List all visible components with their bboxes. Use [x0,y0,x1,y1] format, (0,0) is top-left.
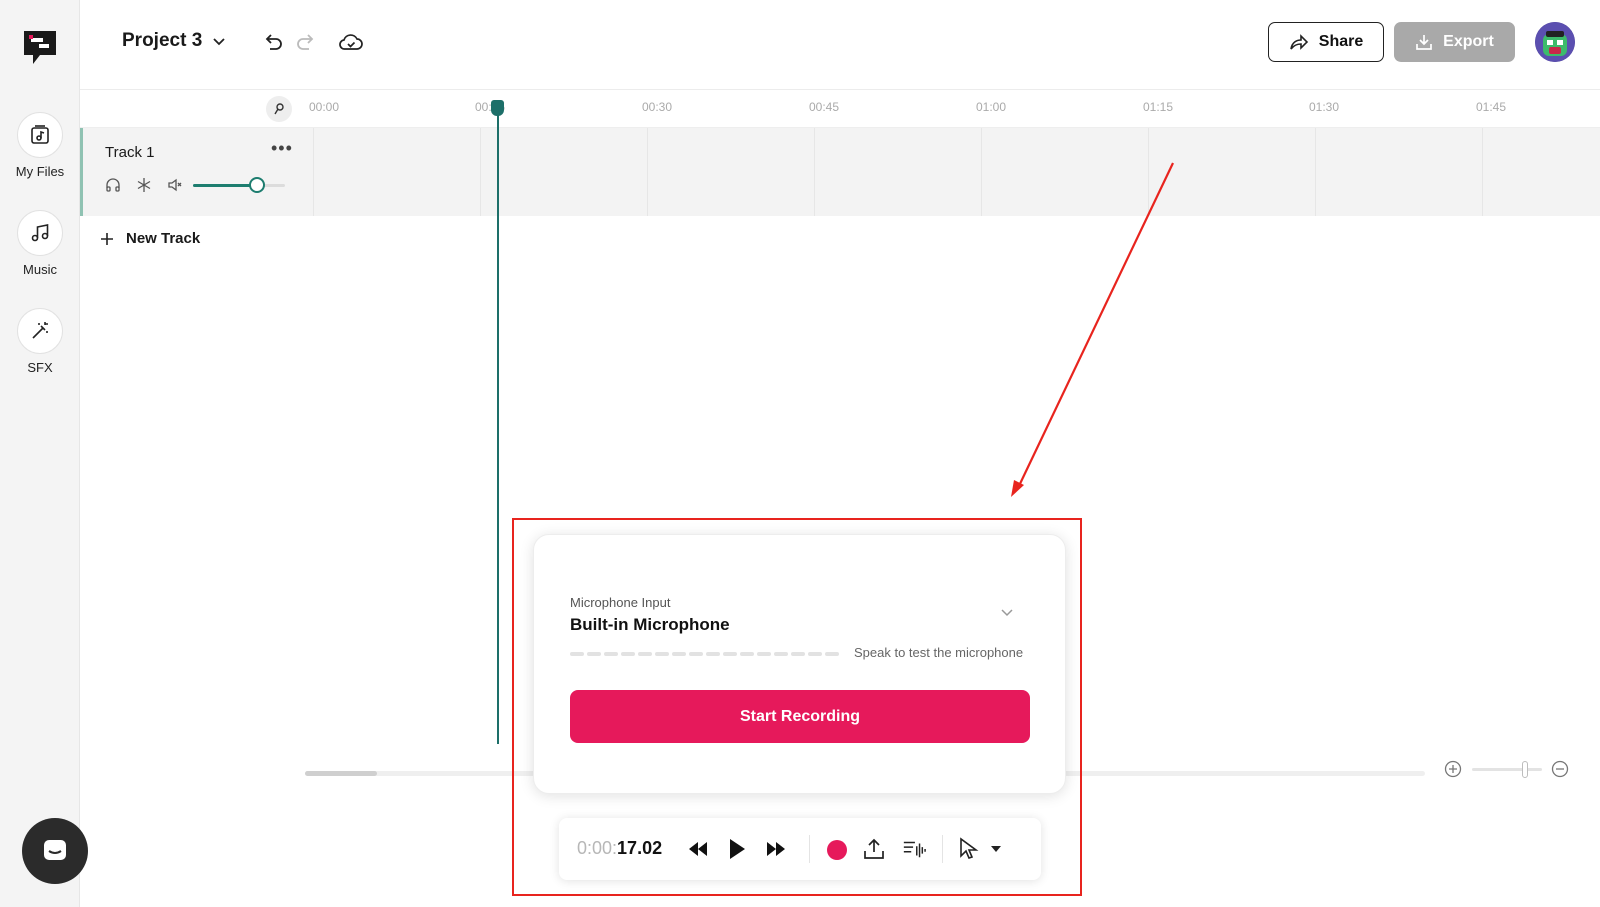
annotation-highlight-box [512,518,1082,896]
mute-button[interactable] [166,176,184,194]
chat-button[interactable] [22,818,88,884]
redo-button[interactable] [293,29,319,55]
magic-wand-icon [17,308,63,354]
timeline-tick: 01:30 [1309,100,1340,114]
export-button[interactable]: Export [1394,22,1515,62]
share-icon [1289,34,1308,50]
headphones-button[interactable] [104,176,122,194]
undo-icon [265,34,282,50]
snowflake-icon [137,178,151,192]
export-label: Export [1443,33,1494,50]
sidebar-item-music[interactable]: Music [0,210,80,277]
zoom-slider[interactable] [1472,761,1542,778]
zoom-in-button[interactable] [1444,760,1462,778]
zoom-out-icon [1551,760,1569,778]
app-logo[interactable] [21,28,59,68]
volume-slider[interactable] [193,177,285,193]
scrollbar-thumb[interactable] [305,771,377,776]
redo-icon [297,34,314,50]
zoom-knob[interactable] [1522,761,1528,778]
sidebar: My Files Music SFX [0,0,88,907]
track-row[interactable]: Track 1 ••• [80,128,1600,216]
chat-icon [44,840,66,860]
sidebar-item-label: My Files [15,164,65,179]
volume-knob[interactable] [249,177,266,193]
download-icon [1416,35,1433,50]
zoom-in-icon [1444,760,1462,778]
share-label: Share [1318,33,1364,50]
cloud-save-button[interactable] [338,29,364,55]
more-horizontal-icon: ••• [271,138,293,158]
magnet-pin-icon [274,103,284,115]
plus-icon [101,232,113,245]
volume-fill [193,184,258,187]
playhead-line [497,104,499,744]
project-title: Project 3 [122,30,203,51]
track-lane[interactable] [313,128,1600,216]
track-name[interactable]: Track 1 [105,144,154,161]
timeline-tick: 01:45 [1476,100,1507,114]
header: Project 3 Share Export [80,0,1600,90]
snap-button[interactable] [266,96,292,122]
timeline-ruler[interactable]: 00:00 00:15 00:30 00:45 01:00 01:15 01:3… [80,90,1600,128]
undo-button[interactable] [260,29,286,55]
timeline-tick: 00:45 [809,100,840,114]
share-button[interactable]: Share [1268,22,1384,62]
cloud-check-icon [339,34,363,50]
sidebar-item-label: Music [23,262,57,277]
timeline-tick: 01:15 [1143,100,1174,114]
sidebar-item-sfx[interactable]: SFX [0,308,80,375]
timeline-tick: 01:00 [976,100,1007,114]
avatar[interactable] [1535,22,1575,62]
timeline-tick: 00:30 [642,100,673,114]
chevron-down-icon [213,38,225,46]
music-note-icon [17,210,63,256]
new-track-label: New Track [126,230,201,247]
playhead-handle[interactable] [491,100,504,116]
speaker-mute-icon [168,178,182,192]
new-track-button[interactable]: New Track [100,230,200,247]
freeze-button[interactable] [135,176,153,194]
project-title-dropdown[interactable]: Project 3 [122,30,226,52]
zoom-out-button[interactable] [1551,760,1569,778]
track-more-button[interactable]: ••• [271,138,293,159]
sidebar-item-my-files[interactable]: My Files [0,112,80,179]
sidebar-item-label: SFX [27,360,53,375]
timeline-tick: 00:00 [309,100,340,114]
music-file-icon [17,112,63,158]
headphones-icon [106,178,120,192]
